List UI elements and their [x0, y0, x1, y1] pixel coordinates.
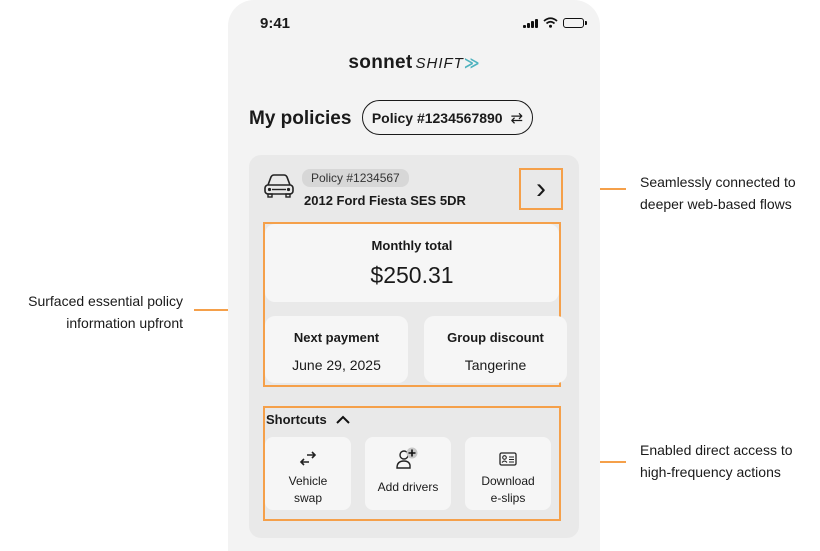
annotation-line: high-frequency actions [640, 464, 781, 480]
download-eslips-shortcut[interactable]: Download e-slips [465, 437, 551, 510]
annotation-web-flows: Seamlessly connected to deeper web-based… [640, 171, 796, 215]
group-discount-value: Tangerine [464, 357, 527, 373]
shortcut-label: swap [293, 491, 322, 505]
brand-logo: sonnet SHIFT≫ [228, 52, 600, 74]
group-discount-label: Group discount [447, 330, 544, 345]
policy-switcher-label: Policy #1234567890 [371, 109, 503, 126]
add-drivers-shortcut[interactable]: Add drivers [365, 437, 451, 510]
shortcuts-title: Shortcuts [266, 412, 327, 427]
policy-card: Policy #1234567 2012 Ford Fiesta SES 5DR… [249, 155, 579, 538]
annotation-line: Enabled direct access to [640, 442, 793, 458]
monthly-total-panel: Monthly total $250.31 [265, 224, 559, 302]
next-payment-label: Next payment [293, 330, 380, 345]
next-payment-panel: Next payment June 29, 2025 [265, 316, 408, 383]
vehicle-name: 2012 Ford Fiesta SES 5DR [304, 193, 466, 208]
status-icons [523, 17, 587, 28]
signal-icon [523, 18, 538, 28]
annotation-line: Surfaced essential policy [28, 293, 183, 309]
policy-number-badge: Policy #1234567 [302, 169, 409, 187]
policy-details-button[interactable]: › [519, 168, 563, 210]
annotation-line: information upfront [66, 315, 183, 331]
brand-product: SHIFT [415, 55, 464, 72]
double-chevron-icon: ≫ [463, 55, 480, 72]
chevron-up-icon [335, 415, 350, 424]
shortcut-label: Add drivers [377, 480, 439, 494]
battery-icon [563, 17, 587, 28]
id-card-icon [499, 452, 517, 466]
swap-arrows-icon: ⇄ [510, 109, 524, 127]
chevron-right-icon: › [536, 172, 546, 205]
annotation-line: Seamlessly connected to [640, 174, 796, 190]
car-icon [264, 174, 294, 198]
shortcuts-highlight: Shortcuts Vehicle swap Add drivers Downl… [263, 406, 561, 521]
policy-info-highlight: Monthly total $250.31 Next payment June … [263, 222, 567, 387]
wifi-icon [543, 17, 558, 28]
add-driver-icon [396, 447, 418, 469]
shortcuts-toggle[interactable]: Shortcuts [266, 412, 351, 427]
annotation-policy-info: Surfaced essential policy information up… [0, 290, 183, 334]
shortcut-label: e-slips [490, 491, 526, 505]
vehicle-swap-shortcut[interactable]: Vehicle swap [265, 437, 351, 510]
policy-switcher-button[interactable]: Policy #1234567890 ⇄ [362, 100, 533, 135]
annotation-line: deeper web-based flows [640, 196, 792, 212]
page-title: My policies [249, 108, 352, 129]
brand-name: sonnet [348, 52, 413, 73]
group-discount-panel: Group discount Tangerine [424, 316, 567, 383]
status-time: 9:41 [260, 15, 291, 32]
shortcut-label: Download [481, 474, 535, 488]
monthly-total-value: $250.31 [370, 262, 454, 288]
monthly-total-label: Monthly total [371, 238, 453, 253]
shortcut-label: Vehicle [288, 474, 328, 488]
annotation-shortcuts: Enabled direct access to high-frequency … [640, 439, 793, 483]
vehicle-swap-icon [299, 451, 317, 466]
phone-screen: 9:41 sonnet SHIFT≫ My policies Policy #12… [228, 0, 600, 551]
next-payment-value: June 29, 2025 [292, 357, 381, 373]
